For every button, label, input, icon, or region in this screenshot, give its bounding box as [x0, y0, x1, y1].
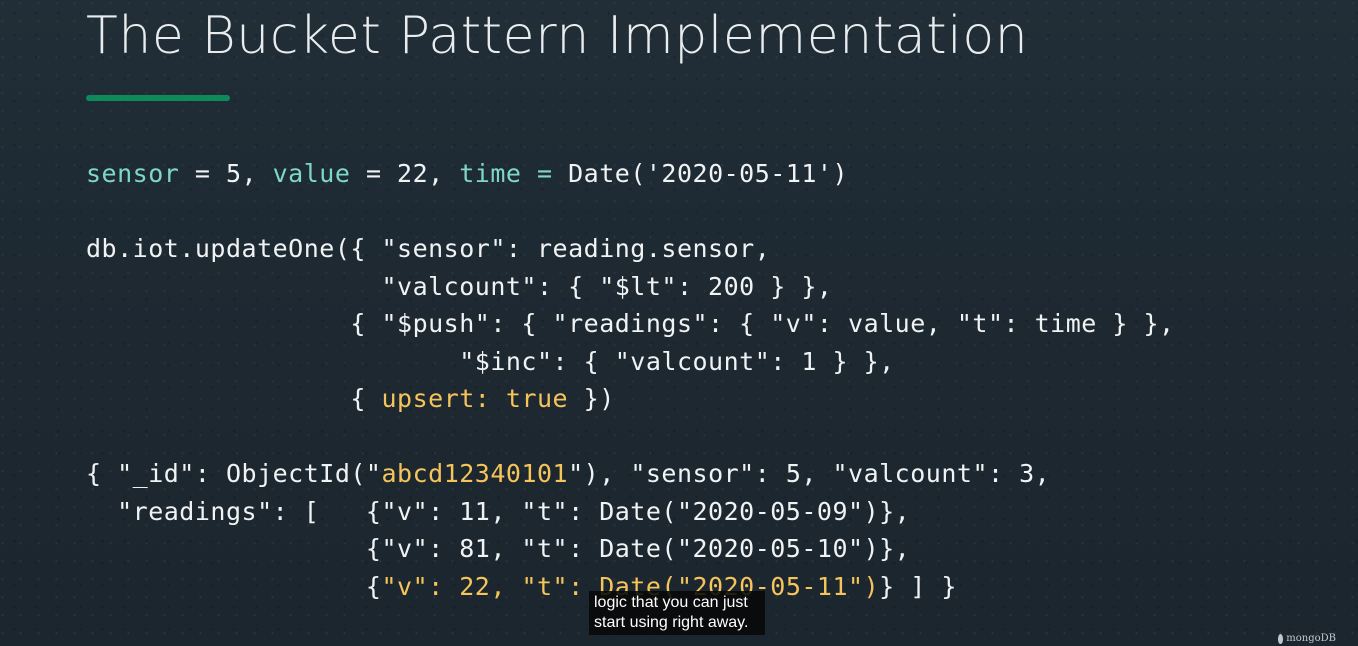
code-token: { [86, 571, 382, 601]
code-line: "valcount": { "$lt": 200 } }, [86, 268, 1175, 306]
code-line: "readings": [ {"v": 11, "t": Date("2020-… [86, 493, 1175, 531]
code-token: = 5, [179, 159, 273, 188]
code-token: "), "sensor": 5, "valcount": 3, [568, 459, 1051, 488]
code-token: "valcount": { "$lt": 200 } }, [86, 271, 833, 301]
code-line: db.iot.updateOne({ "sensor": reading.sen… [86, 230, 1175, 268]
code-line: { upsert: true }) [86, 380, 1175, 418]
code-token: Date('2020-05-11') [568, 159, 849, 188]
code-line: "$inc": { "valcount": 1 } }, [86, 343, 1175, 381]
code-line: sensor = 5, value = 22, time = Date('202… [86, 155, 1175, 193]
code-token: { [86, 384, 382, 413]
watermark-text: mongoDB [1286, 633, 1336, 644]
title-underline [86, 95, 230, 101]
presentation-slide: The Bucket Pattern Implementation sensor… [0, 0, 1358, 646]
code-block: sensor = 5, value = 22, time = Date('202… [86, 155, 1175, 605]
video-caption: logic that you can just start using righ… [589, 591, 765, 635]
slide-title: The Bucket Pattern Implementation [86, 6, 1029, 66]
code-token: db.iot.updateOne({ "sensor": reading.sen… [86, 234, 771, 263]
code-token: "readings": [ {"v": 11, "t": Date("2020-… [86, 496, 911, 526]
code-token: upsert: true [381, 384, 569, 413]
code-token: sensor [86, 159, 180, 188]
code-token: "$inc": { "valcount": 1 } }, [86, 346, 895, 376]
leaf-icon [1278, 633, 1284, 644]
code-token: abcd12340101 [381, 459, 569, 488]
caption-line-2: start using right away. [594, 614, 749, 631]
code-token: } ] } [879, 571, 957, 601]
mongodb-watermark: mongoDB [1278, 633, 1336, 644]
code-token: time = [459, 159, 569, 188]
blank-code-line [86, 418, 1175, 456]
code-token: { "$push": { "readings": { "v": value, "… [86, 309, 1175, 338]
code-token: value [272, 159, 351, 188]
code-token: }) [568, 384, 615, 413]
blank-code-line [86, 193, 1175, 231]
caption-line-1: logic that you can just [594, 594, 748, 611]
code-line: { "_id": ObjectId("abcd12340101"), "sens… [86, 455, 1175, 493]
code-token: { "_id": ObjectId(" [86, 459, 382, 488]
code-token: {"v": 81, "t": Date("2020-05-10")}, [86, 534, 911, 563]
code-line: { "$push": { "readings": { "v": value, "… [86, 305, 1175, 343]
code-token: = 22, [350, 159, 460, 188]
code-line: {"v": 81, "t": Date("2020-05-10")}, [86, 530, 1175, 568]
